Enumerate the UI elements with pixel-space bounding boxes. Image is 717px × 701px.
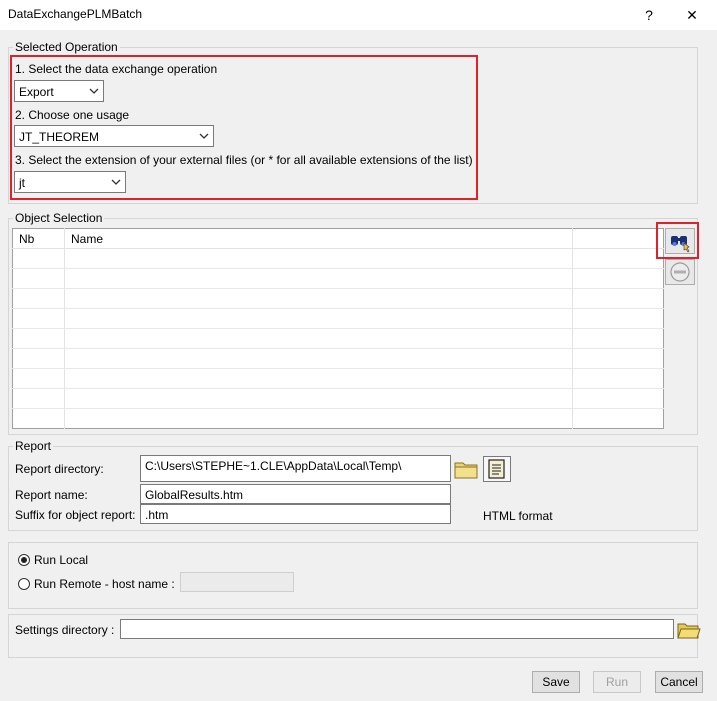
save-button[interactable]: Save xyxy=(532,671,580,693)
table-cell xyxy=(572,248,664,269)
highlight-box-operation xyxy=(10,55,478,200)
open-folder-icon xyxy=(677,623,701,639)
suffix-value: .htm xyxy=(145,508,169,522)
browse-settings-button[interactable] xyxy=(676,618,702,642)
column-header-name[interactable]: Name xyxy=(64,228,573,249)
report-directory-value: C:\Users\STEPHE~1.CLE\AppData\Local\Temp… xyxy=(145,459,402,473)
report-name-label: Report name: xyxy=(15,488,88,502)
run-options-group xyxy=(8,542,698,609)
report-legend: Report xyxy=(15,439,52,453)
table-cell xyxy=(64,308,573,329)
table-cell xyxy=(572,348,664,369)
table-cell xyxy=(572,368,664,389)
suffix-label: Suffix for object report: xyxy=(15,508,136,522)
run-local-label: Run Local xyxy=(34,553,89,567)
table-cell xyxy=(12,388,65,409)
report-directory-field[interactable]: C:\Users\STEPHE~1.CLE\AppData\Local\Temp… xyxy=(140,455,451,482)
table-cell xyxy=(64,288,573,309)
table-cell xyxy=(12,328,65,349)
report-name-value: GlobalResults.htm xyxy=(145,488,244,502)
selected-operation-legend: Selected Operation xyxy=(15,40,118,54)
table-cell xyxy=(64,368,573,389)
table-cell xyxy=(572,388,664,409)
table-cell xyxy=(64,348,573,369)
table-cell xyxy=(64,248,573,269)
run-button[interactable]: Run xyxy=(593,671,641,693)
table-cell xyxy=(64,388,573,409)
scroll-icon xyxy=(488,459,505,479)
format-text: HTML format xyxy=(483,509,553,523)
folder-icon xyxy=(454,462,478,479)
close-button[interactable]: ✕ xyxy=(677,3,707,27)
run-local-radio[interactable] xyxy=(18,554,30,566)
highlight-box-search xyxy=(656,222,699,259)
table-cell xyxy=(64,268,573,289)
suffix-field[interactable]: .htm xyxy=(140,504,451,524)
run-remote-label: Run Remote - host name : xyxy=(34,577,175,591)
column-header-extra[interactable] xyxy=(572,228,664,249)
column-header-nb[interactable]: Nb xyxy=(12,228,65,249)
table-cell xyxy=(12,348,65,369)
help-button[interactable]: ? xyxy=(634,3,664,27)
table-cell xyxy=(572,328,664,349)
settings-directory-label: Settings directory : xyxy=(15,623,115,637)
open-report-button[interactable] xyxy=(483,456,511,482)
table-cell xyxy=(64,408,573,429)
table-cell xyxy=(572,268,664,289)
object-table[interactable]: Nb Name xyxy=(12,228,664,429)
table-cell xyxy=(64,328,573,349)
table-cell xyxy=(572,288,664,309)
settings-directory-field[interactable] xyxy=(120,619,674,639)
cancel-button[interactable]: Cancel xyxy=(655,671,703,693)
browse-folder-button[interactable] xyxy=(453,456,481,482)
table-cell xyxy=(12,308,65,329)
remove-object-button[interactable] xyxy=(665,259,695,285)
report-directory-label: Report directory: xyxy=(15,462,104,476)
table-cell xyxy=(572,308,664,329)
run-remote-radio[interactable] xyxy=(18,578,30,590)
object-selection-legend: Object Selection xyxy=(15,211,103,225)
table-cell xyxy=(12,368,65,389)
table-cell xyxy=(12,408,65,429)
report-name-field[interactable]: GlobalResults.htm xyxy=(140,484,451,504)
table-cell xyxy=(12,288,65,309)
table-cell xyxy=(12,268,65,289)
table-cell xyxy=(12,248,65,269)
host-name-field[interactable] xyxy=(180,572,294,592)
table-cell xyxy=(573,409,664,429)
window-title: DataExchangePLMBatch xyxy=(8,7,143,21)
minus-circle-icon xyxy=(670,262,690,282)
